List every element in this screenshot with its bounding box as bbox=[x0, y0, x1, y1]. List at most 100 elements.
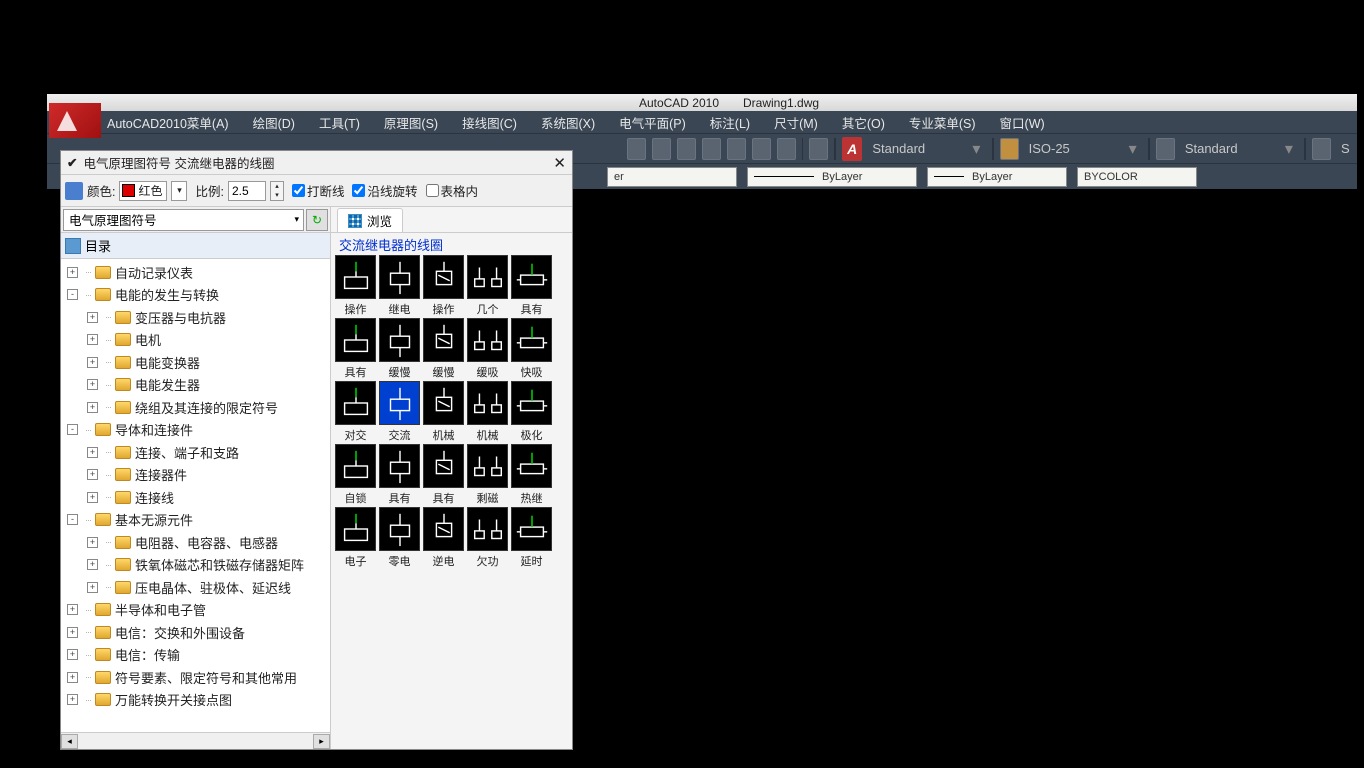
expander-icon[interactable]: + bbox=[87, 559, 98, 570]
prop-box[interactable]: er bbox=[607, 167, 737, 187]
menu-item[interactable]: 原理图(S) bbox=[384, 113, 438, 132]
symbol-thumb[interactable] bbox=[467, 444, 508, 488]
symbol-thumb[interactable] bbox=[379, 255, 420, 299]
tree-node[interactable]: +···绕组及其连接的限定符号 bbox=[61, 396, 330, 419]
scroll-right-icon[interactable]: ▸ bbox=[313, 734, 330, 749]
symbol-thumb[interactable] bbox=[467, 507, 508, 551]
menu-item[interactable]: 工具(T) bbox=[319, 113, 360, 132]
tree-node[interactable]: +···符号要素、限定符号和其他常用 bbox=[61, 666, 330, 689]
text-style-icon[interactable]: A bbox=[842, 137, 862, 161]
expander-icon[interactable]: + bbox=[87, 402, 98, 413]
close-icon[interactable]: ✕ bbox=[553, 154, 566, 172]
tree-root[interactable]: 目录 bbox=[61, 233, 330, 259]
expander-icon[interactable]: + bbox=[87, 492, 98, 503]
break-line-checkbox[interactable]: 打断线 bbox=[292, 181, 345, 200]
toolbar-icon[interactable] bbox=[652, 138, 671, 160]
menu-item[interactable]: 系统图(X) bbox=[541, 113, 595, 132]
expander-icon[interactable]: + bbox=[87, 469, 98, 480]
rotate-along-checkbox[interactable]: 沿线旋转 bbox=[352, 181, 417, 200]
tree-node[interactable]: +···自动记录仪表 bbox=[61, 261, 330, 284]
color-picker[interactable]: 红色 bbox=[119, 181, 167, 201]
symbol-thumb[interactable] bbox=[335, 255, 376, 299]
plotstyle-box[interactable]: BYCOLOR bbox=[1077, 167, 1197, 187]
symbol-thumb[interactable] bbox=[379, 444, 420, 488]
toolbar-icon[interactable] bbox=[677, 138, 696, 160]
symbol-thumb[interactable] bbox=[335, 381, 376, 425]
search-icon[interactable] bbox=[1312, 138, 1331, 160]
refresh-button[interactable]: ↻ bbox=[306, 209, 328, 231]
symbol-thumb[interactable] bbox=[423, 255, 464, 299]
menu-item[interactable]: 电气平面(P) bbox=[619, 113, 686, 132]
expander-icon[interactable]: + bbox=[87, 537, 98, 548]
expander-icon[interactable]: + bbox=[87, 447, 98, 458]
expander-icon[interactable]: + bbox=[87, 334, 98, 345]
symbol-thumb[interactable] bbox=[511, 507, 552, 551]
linetype-box[interactable]: ByLayer bbox=[747, 167, 917, 187]
menu-item[interactable]: 专业菜单(S) bbox=[909, 113, 976, 132]
symbol-thumb[interactable] bbox=[335, 507, 376, 551]
app-logo[interactable] bbox=[49, 103, 101, 138]
home-icon[interactable] bbox=[65, 182, 83, 200]
symbol-thumb[interactable] bbox=[423, 507, 464, 551]
table-style[interactable]: Standard bbox=[1185, 141, 1275, 156]
category-combo[interactable]: 电气原理图符号▾ bbox=[63, 209, 304, 231]
tree-node[interactable]: +···连接器件 bbox=[61, 464, 330, 487]
text-style[interactable]: Standard bbox=[872, 141, 962, 156]
horizontal-scrollbar[interactable]: ◂ ▸ bbox=[61, 732, 330, 749]
tree-node[interactable]: +···万能转换开关接点图 bbox=[61, 689, 330, 712]
table-style-icon[interactable] bbox=[1156, 138, 1175, 160]
tree-node[interactable]: +···变压器与电抗器 bbox=[61, 306, 330, 329]
in-table-checkbox[interactable]: 表格内 bbox=[426, 181, 479, 200]
expander-icon[interactable]: + bbox=[87, 379, 98, 390]
tree-node[interactable]: -···导体和连接件 bbox=[61, 419, 330, 442]
tree-node[interactable]: +···电能变换器 bbox=[61, 351, 330, 374]
dim-style-icon[interactable] bbox=[1000, 138, 1019, 160]
style4[interactable]: S bbox=[1341, 141, 1353, 156]
symbol-thumb[interactable] bbox=[379, 507, 420, 551]
tree-node[interactable]: +···连接线 bbox=[61, 486, 330, 509]
tree-node[interactable]: +···电机 bbox=[61, 329, 330, 352]
menu-item[interactable]: 标注(L) bbox=[710, 113, 750, 132]
expander-icon[interactable]: - bbox=[67, 289, 78, 300]
symbol-thumb[interactable] bbox=[511, 444, 552, 488]
tree-node[interactable]: +···电信：传输 bbox=[61, 644, 330, 667]
symbol-thumb[interactable] bbox=[511, 318, 552, 362]
tree-node[interactable]: +···连接、端子和支路 bbox=[61, 441, 330, 464]
symbol-thumb[interactable] bbox=[467, 318, 508, 362]
symbol-thumb[interactable] bbox=[511, 381, 552, 425]
tree-node[interactable]: -···电能的发生与转换 bbox=[61, 284, 330, 307]
tree-node[interactable]: +···铁氧体磁芯和铁磁存储器矩阵 bbox=[61, 554, 330, 577]
scale-spinner[interactable]: ▴▾ bbox=[270, 181, 284, 201]
symbol-thumb[interactable] bbox=[335, 444, 376, 488]
symbol-grid[interactable]: 操作继电操作几个具有具有缓慢缓慢缓吸快吸对交交流机械机械极化自锁具有具有剩磁热继… bbox=[331, 255, 572, 749]
expander-icon[interactable]: - bbox=[67, 514, 78, 525]
symbol-thumb[interactable] bbox=[467, 255, 508, 299]
chevron-down-icon[interactable]: ▾ bbox=[1285, 139, 1299, 159]
symbol-thumb[interactable] bbox=[423, 444, 464, 488]
tab-browse[interactable]: 浏览 bbox=[337, 208, 403, 232]
expander-icon[interactable]: + bbox=[87, 312, 98, 323]
tree-node[interactable]: +···半导体和电子管 bbox=[61, 599, 330, 622]
tree-node[interactable]: +···电信：交换和外围设备 bbox=[61, 621, 330, 644]
expander-icon[interactable]: + bbox=[67, 672, 78, 683]
lineweight-box[interactable]: ByLayer bbox=[927, 167, 1067, 187]
chevron-down-icon[interactable]: ▾ bbox=[972, 139, 986, 159]
chevron-down-icon[interactable]: ▾ bbox=[1129, 139, 1143, 159]
tree-node[interactable]: +···压电晶体、驻极体、延迟线 bbox=[61, 576, 330, 599]
toolbar-icon[interactable] bbox=[727, 138, 746, 160]
tree-node[interactable]: -···基本无源元件 bbox=[61, 509, 330, 532]
symbol-thumb[interactable] bbox=[467, 381, 508, 425]
symbol-thumb[interactable] bbox=[379, 318, 420, 362]
tree-node[interactable]: +···电阻器、电容器、电感器 bbox=[61, 531, 330, 554]
drawing-canvas[interactable] bbox=[620, 299, 1357, 768]
menu-item[interactable]: AutoCAD2010菜单(A) bbox=[107, 113, 229, 132]
toolbar-icon[interactable] bbox=[702, 138, 721, 160]
toolbar-icon[interactable] bbox=[809, 138, 828, 160]
symbol-thumb[interactable] bbox=[511, 255, 552, 299]
symbol-thumb[interactable] bbox=[335, 318, 376, 362]
menu-item[interactable]: 接线图(C) bbox=[462, 113, 517, 132]
scale-input[interactable] bbox=[228, 181, 266, 201]
symbol-thumb[interactable] bbox=[423, 318, 464, 362]
tree-view[interactable]: +···自动记录仪表-···电能的发生与转换+···变压器与电抗器+···电机+… bbox=[61, 259, 330, 732]
toolbar-icon[interactable] bbox=[752, 138, 771, 160]
